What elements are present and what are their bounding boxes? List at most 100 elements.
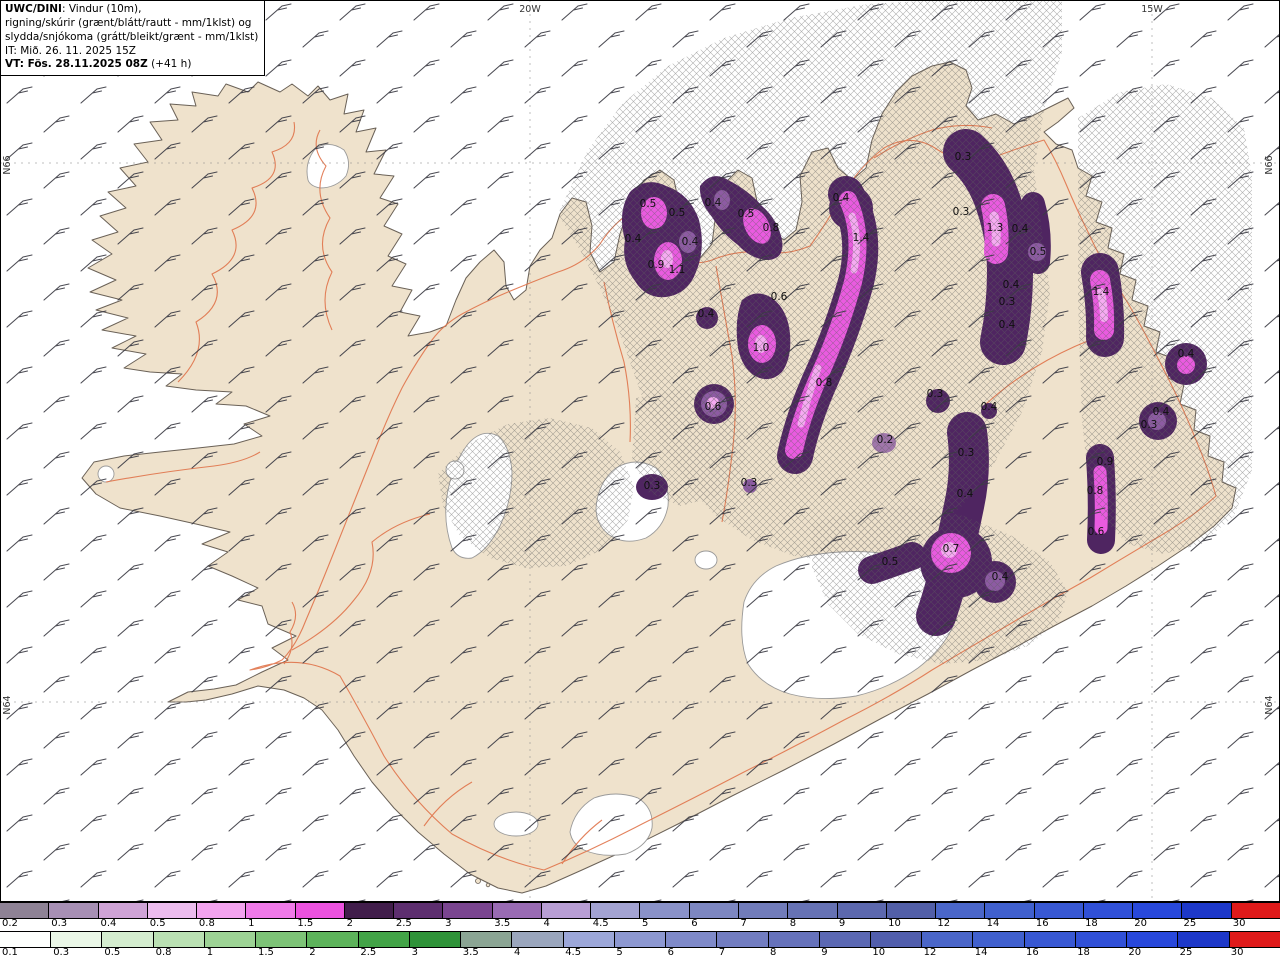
colorbar-cell bbox=[1074, 932, 1127, 947]
colorbar-tick-label: 30 bbox=[1230, 947, 1244, 958]
precip-value-label: 0.4 bbox=[999, 319, 1016, 331]
graticule-label: 20W bbox=[519, 4, 541, 15]
precip-value-label: 0.4 bbox=[1003, 279, 1020, 291]
colorbar-tick-label: 30 bbox=[1232, 918, 1246, 929]
colorbar-cell bbox=[1126, 932, 1178, 947]
colorbar-tick-label: 25 bbox=[1179, 947, 1193, 958]
precip-value-label: 1.1 bbox=[669, 264, 686, 276]
colorbar-cell bbox=[1181, 903, 1231, 918]
colorbar-cell bbox=[1033, 903, 1083, 918]
colorbar-tick-label: 9 bbox=[821, 947, 828, 958]
precip-value-label: 0.5 bbox=[1030, 246, 1047, 258]
colorbar-cell bbox=[196, 903, 246, 918]
colorbar-snow-strip bbox=[0, 902, 1280, 919]
colorbar-cell bbox=[460, 932, 512, 947]
colorbar-cell bbox=[408, 932, 461, 947]
colorbar-tick-label: 2 bbox=[346, 918, 353, 929]
wind-barbs-field bbox=[0, 0, 1280, 902]
colorbar-cell bbox=[152, 932, 204, 947]
precip-value-label: 0.4 bbox=[625, 233, 642, 245]
precip-value-label: 0.3 bbox=[927, 388, 944, 400]
precip-value-label: 0.9 bbox=[1097, 456, 1114, 468]
colorbar-tick-label: 1 bbox=[206, 947, 214, 958]
colorbar-cell bbox=[869, 932, 922, 947]
graticule-label: 15W bbox=[1141, 4, 1163, 15]
colorbar-tick-label: 4 bbox=[543, 918, 550, 929]
precip-value-label: 0.5 bbox=[738, 208, 755, 220]
precip-value-label: 0.8 bbox=[763, 222, 780, 234]
colorbar-cell bbox=[737, 903, 788, 918]
colorbar-tick-label: 18 bbox=[1077, 947, 1090, 958]
precip-value-label: 0.3 bbox=[953, 206, 970, 218]
colorbar-cell bbox=[343, 903, 394, 918]
legend-line-rain: rigning/skúrir (grænt/blátt/rautt - mm/1… bbox=[5, 16, 252, 29]
precip-value-label: 0.6 bbox=[771, 291, 788, 303]
colorbar-cell bbox=[1230, 903, 1280, 918]
colorbar-tick-label: 6 bbox=[667, 947, 674, 958]
colorbar-tick-label: 1.5 bbox=[297, 918, 314, 929]
precip-value-label: 0.6 bbox=[1088, 526, 1105, 538]
colorbar-cell bbox=[511, 932, 563, 947]
colorbar-cell bbox=[1228, 932, 1280, 947]
precip-value-label: 0.3 bbox=[958, 447, 975, 459]
colorbar-tick-label: 1 bbox=[248, 918, 255, 929]
weather-map-stage: 0.5 0.5 0.4 0.4 0.9 1.1 0.4 0.5 0.8 0.4 1.4 0.8 0.2 0… bbox=[0, 0, 1280, 960]
colorbar-cell bbox=[665, 932, 717, 947]
colorbar-cell bbox=[787, 903, 837, 918]
colorbar-tick-label: 14 bbox=[986, 918, 1000, 929]
colorbar-tick-label: 12 bbox=[937, 918, 951, 929]
colorbar-tick-label: 20 bbox=[1128, 947, 1142, 958]
colorbar-tick-label: 2 bbox=[309, 947, 316, 958]
colorbar-cell bbox=[0, 903, 49, 918]
precip-value-label: 0.9 bbox=[648, 259, 665, 271]
colorbar-tick-label: 3.5 bbox=[462, 947, 479, 958]
graticule-label: N66 bbox=[1264, 155, 1275, 174]
colorbar-tick-label: 0.5 bbox=[104, 947, 121, 958]
colorbar-tick-label: 5 bbox=[616, 947, 623, 958]
colorbar-tick-label: 1.5 bbox=[258, 947, 274, 958]
colorbar-tick-label: 0.8 bbox=[198, 918, 215, 929]
legend-box: UWC/DINI: Vindur (10m), rigning/skúrir (… bbox=[0, 0, 266, 77]
colorbar-cell bbox=[818, 932, 870, 947]
colorbar-tick-label: 25 bbox=[1183, 918, 1197, 929]
colorbar-tick-label: 2.5 bbox=[360, 947, 377, 958]
legend-line-title: UWC/DINI: Vindur (10m), bbox=[5, 3, 258, 17]
colorbar-tick-label: 16 bbox=[1035, 918, 1049, 929]
precip-value-label: 0.4 bbox=[705, 197, 722, 209]
colorbar-cell bbox=[255, 932, 307, 947]
colorbar-tick-label: 3 bbox=[445, 918, 452, 929]
precip-value-label: 0.4 bbox=[957, 488, 974, 500]
colorbar-tick-label: 10 bbox=[888, 918, 901, 929]
colorbar-cell bbox=[1177, 932, 1229, 947]
colorbar-cell bbox=[294, 903, 344, 918]
valid-time-offset: (+41 h) bbox=[147, 58, 192, 71]
legend-line-snow: slydda/snjókoma (grátt/bleikt/grænt - mm… bbox=[5, 30, 259, 43]
colorbar-cell bbox=[245, 903, 295, 918]
colorbar-cell bbox=[639, 903, 689, 918]
colorbar-cell bbox=[540, 903, 591, 918]
colorbar-tick-label: 0.3 bbox=[51, 918, 68, 929]
precip-value-label: 0.4 bbox=[1153, 406, 1170, 418]
colorbar-tick-label: 0.2 bbox=[2, 918, 18, 929]
precip-value-label: 0.4 bbox=[698, 308, 715, 320]
colorbar-cell bbox=[101, 932, 153, 947]
precip-value-label: 0.2 bbox=[877, 434, 894, 446]
colorbar-tick-label: 0.8 bbox=[155, 947, 172, 958]
colorbar-cell bbox=[921, 932, 973, 947]
colorbar-tick-label: 0.1 bbox=[2, 947, 18, 958]
colorbar-tick-label: 7 bbox=[740, 918, 747, 929]
precip-value-label: 0.3 bbox=[741, 477, 758, 489]
colorbar-tick-label: 3.5 bbox=[494, 918, 511, 929]
colorbar-tick-label: 0.3 bbox=[53, 947, 70, 958]
colorbar-cell bbox=[393, 903, 443, 918]
colorbar-tick-label: 18 bbox=[1085, 918, 1098, 929]
colorbar-rain-strip bbox=[0, 931, 1280, 948]
colorbar-cell bbox=[972, 932, 1024, 947]
colorbar-cell bbox=[97, 903, 147, 918]
colorbar-cell bbox=[590, 903, 640, 918]
colorbar-rain-labels: 0.1 0.3 0.5 0.8 1 1.5 2 2.5 3 3.5 4 4.5 5 6 7 8 9 10 12 14 1… bbox=[0, 947, 1280, 960]
colorbar-tick-label: 0.4 bbox=[100, 918, 117, 929]
colorbar-cell bbox=[935, 903, 985, 918]
precip-value-label: 1.4 bbox=[853, 232, 870, 244]
precip-value-label: 0.3 bbox=[999, 296, 1016, 308]
